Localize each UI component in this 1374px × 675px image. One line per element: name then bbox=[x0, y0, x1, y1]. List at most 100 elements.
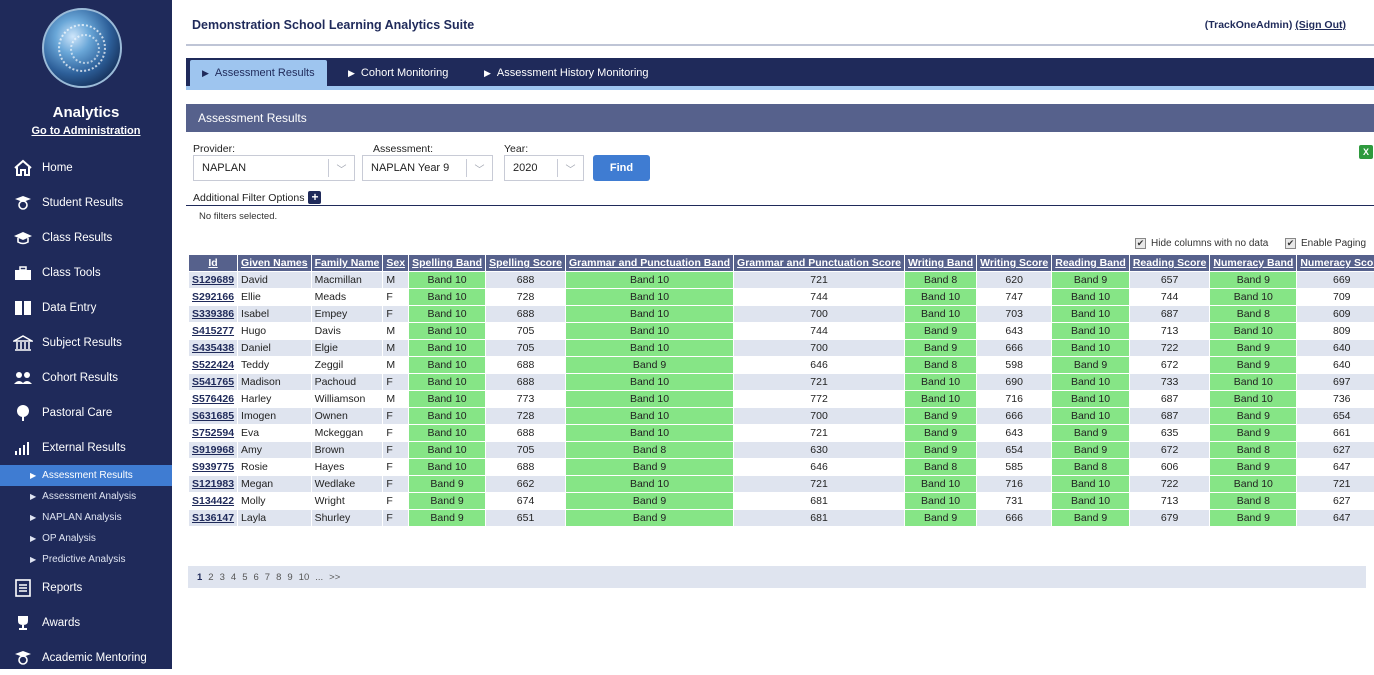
page-link[interactable]: 9 bbox=[287, 572, 292, 583]
column-header[interactable]: Id bbox=[189, 255, 238, 272]
sidebar-item-class-results[interactable]: Class Results bbox=[0, 220, 172, 255]
hide-columns-checkbox[interactable]: ✔ bbox=[1135, 238, 1146, 249]
student-id-cell[interactable]: S631685 bbox=[189, 408, 238, 425]
enable-paging-checkbox[interactable]: ✔ bbox=[1285, 238, 1296, 249]
student-id-cell[interactable]: S435438 bbox=[189, 340, 238, 357]
student-id-link[interactable]: S631685 bbox=[192, 410, 234, 422]
student-id-link[interactable]: S576426 bbox=[192, 393, 234, 405]
student-id-link[interactable]: S292166 bbox=[192, 291, 234, 303]
sidebar-item-home[interactable]: Home bbox=[0, 150, 172, 185]
page-link[interactable]: 7 bbox=[265, 572, 270, 583]
excel-export-icon[interactable]: X bbox=[1359, 145, 1373, 159]
sidebar-item-awards[interactable]: Awards bbox=[0, 605, 172, 640]
column-header[interactable]: Numeracy Score bbox=[1297, 255, 1374, 272]
student-id-link[interactable]: S339386 bbox=[192, 308, 234, 320]
student-id-link[interactable]: S919968 bbox=[192, 444, 234, 456]
sidebar-item-external-results[interactable]: External Results bbox=[0, 430, 172, 465]
student-id-link[interactable]: S136147 bbox=[192, 512, 234, 524]
student-id-link[interactable]: S121983 bbox=[192, 478, 234, 490]
column-header[interactable]: Reading Band bbox=[1052, 255, 1130, 272]
student-id-cell[interactable]: S522424 bbox=[189, 357, 238, 374]
column-header[interactable]: Sex bbox=[383, 255, 409, 272]
band-cell: Band 10 bbox=[566, 391, 734, 408]
column-header[interactable]: Spelling Band bbox=[409, 255, 486, 272]
band-cell: Band 8 bbox=[1210, 493, 1297, 510]
student-id-cell[interactable]: S919968 bbox=[189, 442, 238, 459]
plus-icon[interactable]: + bbox=[308, 191, 321, 204]
student-id-cell[interactable]: S121983 bbox=[189, 476, 238, 493]
go-to-administration-link[interactable]: Go to Administration bbox=[0, 125, 172, 137]
page-link[interactable]: 4 bbox=[231, 572, 236, 583]
assessment-select[interactable]: NAPLAN Year 9 ﹀ bbox=[362, 155, 493, 181]
tab-assessment-history-monitoring[interactable]: ▶Assessment History Monitoring bbox=[472, 60, 661, 86]
student-id-cell[interactable]: S292166 bbox=[189, 289, 238, 306]
sign-out-link[interactable]: (Sign Out) bbox=[1295, 19, 1346, 31]
student-id-link[interactable]: S129689 bbox=[192, 274, 234, 286]
table-row: S631685ImogenOwnenFBand 10728Band 10700B… bbox=[189, 408, 1374, 425]
student-id-cell[interactable]: S415277 bbox=[189, 323, 238, 340]
student-id-cell[interactable]: S129689 bbox=[189, 272, 238, 289]
find-button[interactable]: Find bbox=[593, 155, 650, 181]
student-id-link[interactable]: S541765 bbox=[192, 376, 234, 388]
column-header[interactable]: Grammar and Punctuation Score bbox=[734, 255, 905, 272]
column-header[interactable]: Writing Band bbox=[905, 255, 977, 272]
student-id-cell[interactable]: S339386 bbox=[189, 306, 238, 323]
given-name-cell: Eva bbox=[238, 425, 312, 442]
score-cell: 627 bbox=[1297, 493, 1374, 510]
column-header[interactable]: Family Name bbox=[311, 255, 383, 272]
sidebar-item-cohort-results[interactable]: Cohort Results bbox=[0, 360, 172, 395]
sidebar-item-academic-mentoring[interactable]: Academic Mentoring bbox=[0, 640, 172, 675]
sidebar-item-pastoral-care[interactable]: Pastoral Care bbox=[0, 395, 172, 430]
sidebar-subitem-predictive-analysis[interactable]: ▶Predictive Analysis bbox=[0, 549, 172, 570]
sidebar-subitem-assessment-analysis[interactable]: ▶Assessment Analysis bbox=[0, 486, 172, 507]
sidebar-subitem-assessment-results[interactable]: ▶Assessment Results bbox=[0, 465, 172, 486]
score-cell: 630 bbox=[734, 442, 905, 459]
student-id-link[interactable]: S435438 bbox=[192, 342, 234, 354]
column-header[interactable]: Writing Score bbox=[977, 255, 1052, 272]
student-id-link[interactable]: S752594 bbox=[192, 427, 234, 439]
page-link[interactable]: 10 bbox=[299, 572, 310, 583]
column-header[interactable]: Numeracy Band bbox=[1210, 255, 1297, 272]
student-id-cell[interactable]: S752594 bbox=[189, 425, 238, 442]
page-link[interactable]: 1 bbox=[197, 572, 202, 583]
student-id-link[interactable]: S134422 bbox=[192, 495, 234, 507]
page-link[interactable]: 6 bbox=[253, 572, 258, 583]
sidebar-item-data-entry[interactable]: Data Entry bbox=[0, 290, 172, 325]
page-link[interactable]: 2 bbox=[208, 572, 213, 583]
page-link[interactable]: 5 bbox=[242, 572, 247, 583]
sidebar-subitem-op-analysis[interactable]: ▶OP Analysis bbox=[0, 528, 172, 549]
tab-cohort-monitoring[interactable]: ▶Cohort Monitoring bbox=[336, 60, 460, 86]
student-id-link[interactable]: S522424 bbox=[192, 359, 234, 371]
column-header[interactable]: Grammar and Punctuation Band bbox=[566, 255, 734, 272]
page-link[interactable]: >> bbox=[329, 572, 340, 583]
band-cell: Band 10 bbox=[409, 425, 486, 442]
page-link[interactable]: 8 bbox=[276, 572, 281, 583]
student-id-cell[interactable]: S134422 bbox=[189, 493, 238, 510]
sex-cell: M bbox=[383, 340, 409, 357]
page-link[interactable]: 3 bbox=[220, 572, 225, 583]
year-select[interactable]: 2020 ﹀ bbox=[504, 155, 584, 181]
tab-assessment-results[interactable]: ▶Assessment Results bbox=[190, 60, 327, 86]
score-cell: 687 bbox=[1129, 391, 1210, 408]
sidebar-subitem-naplan-analysis[interactable]: ▶NAPLAN Analysis bbox=[0, 507, 172, 528]
page-link[interactable]: ... bbox=[315, 572, 323, 583]
sidebar-item-reports[interactable]: Reports bbox=[0, 570, 172, 605]
student-id-link[interactable]: S939775 bbox=[192, 461, 234, 473]
student-id-cell[interactable]: S136147 bbox=[189, 510, 238, 527]
column-header[interactable]: Given Names bbox=[238, 255, 312, 272]
sex-cell: F bbox=[383, 374, 409, 391]
score-cell: 728 bbox=[486, 408, 566, 425]
sidebar-item-subject-results[interactable]: Subject Results bbox=[0, 325, 172, 360]
sidebar-item-student-results[interactable]: Student Results bbox=[0, 185, 172, 220]
student-id-link[interactable]: S415277 bbox=[192, 325, 234, 337]
user-info: (TrackOneAdmin) (Sign Out) bbox=[1205, 19, 1346, 31]
student-id-cell[interactable]: S576426 bbox=[189, 391, 238, 408]
provider-select[interactable]: NAPLAN ﹀ bbox=[193, 155, 355, 181]
band-cell: Band 9 bbox=[1210, 510, 1297, 527]
student-id-cell[interactable]: S541765 bbox=[189, 374, 238, 391]
student-id-cell[interactable]: S939775 bbox=[189, 459, 238, 476]
sidebar-item-class-tools[interactable]: Class Tools bbox=[0, 255, 172, 290]
column-header[interactable]: Spelling Score bbox=[486, 255, 566, 272]
column-header[interactable]: Reading Score bbox=[1129, 255, 1210, 272]
given-name-cell: Daniel bbox=[238, 340, 312, 357]
